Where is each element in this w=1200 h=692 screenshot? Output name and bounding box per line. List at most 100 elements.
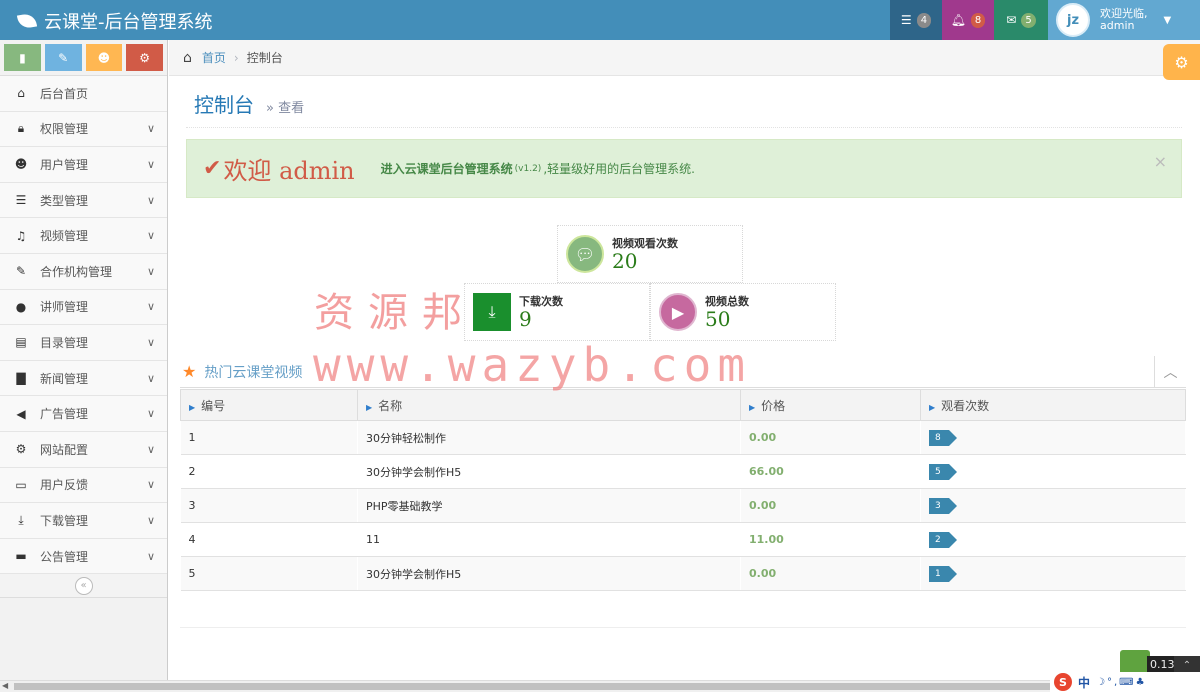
messages-button[interactable]: ✉ 5 — [994, 0, 1048, 40]
page-subtitle: » 查看 — [266, 101, 305, 116]
chevron-down-icon: ∨ — [146, 157, 155, 171]
alert-version: (v1.2) — [514, 163, 542, 174]
table-cell-id: 5 — [180, 556, 358, 591]
breadcrumb: ⌂ 首页 › 控制台 — [169, 40, 1200, 76]
table-cell-name: 30分钟学会制作H5 — [357, 454, 741, 489]
table-cell-id: 3 — [180, 488, 358, 523]
table-cell-price: 0.00 — [740, 420, 921, 455]
close-icon[interactable]: × — [1154, 152, 1167, 171]
sidebar-item[interactable]: ♫ 视频管理 ∨ — [0, 218, 167, 254]
sidebar-collapse: « — [0, 574, 167, 599]
app-title: 云课堂-后台管理系统 — [44, 12, 213, 33]
chevron-down-icon: ∨ — [146, 229, 155, 243]
user-menu[interactable]: jz 欢迎光临, admin ▼ — [1048, 0, 1200, 40]
sidebar-item[interactable]: ⤓ 下载管理 ∨ — [0, 503, 167, 539]
user-name: admin — [1100, 19, 1135, 32]
users-icon: ☻ — [14, 157, 28, 172]
caret-right-icon: ▶ — [749, 402, 756, 412]
sidebar-item[interactable]: ☰ 类型管理 ∨ — [0, 182, 167, 219]
table-cell-price: 0.00 — [740, 556, 921, 591]
column-header[interactable]: ▶ 编号 — [180, 389, 358, 421]
table-row[interactable]: 4 11 11.00 2 — [180, 522, 1186, 557]
alert-message-suffix: ,轻量级好用的后台管理系统. — [543, 162, 695, 176]
table-header-row: ▶ 编号 ▶ 名称 ▶ 价格 ▶ 观看次数 — [180, 389, 1186, 421]
table-body: 1 30分钟轻松制作 0.00 8 2 30分钟学会制作H5 66.00 5 3 PHP零基础教学… — [180, 420, 1186, 591]
sidebar-item[interactable]: 🔒︎ 权限管理 ∨ — [0, 111, 167, 148]
column-header[interactable]: ▶ 观看次数 — [920, 389, 1186, 421]
stat-value: 20 — [612, 248, 638, 273]
group-shortcut-button[interactable]: ☻ — [85, 44, 123, 71]
table-row[interactable]: 1 30分钟轻松制作 0.00 8 — [180, 420, 1186, 455]
cogs-shortcut-button[interactable]: ⚙ — [126, 44, 163, 71]
sidebar-item-label: 下载管理 — [40, 513, 89, 528]
page-header: 控制台 » 查看 — [186, 80, 1182, 128]
sidebar-item-label: 公告管理 — [40, 549, 89, 564]
double-angle-left-icon[interactable]: « — [74, 576, 93, 595]
sidebar-item[interactable]: ⚙ 网站配置 ∨ — [0, 431, 167, 468]
avatar: jz — [1056, 3, 1090, 37]
scrollbar-thumb[interactable] — [14, 683, 1054, 690]
comments-icon: 💬︎ — [566, 235, 604, 273]
chevron-up-icon[interactable]: ︿ — [1154, 356, 1186, 388]
ime-toolbar[interactable]: S 中 ☽°,⌨♣ — [1050, 672, 1200, 692]
alert-title: 欢迎 admin — [223, 157, 355, 185]
table-cell-name: PHP零基础教学 — [357, 488, 741, 523]
list-icon: ☰ — [15, 193, 27, 208]
sidebar-item[interactable]: ▬ 公告管理 ∨ — [0, 538, 167, 575]
sidebar-item[interactable]: ◀ 广告管理 ∨ — [0, 396, 167, 432]
music-icon: ♫ — [15, 228, 27, 243]
tasks-icon: ☰ — [900, 13, 912, 27]
sidebar-item[interactable]: ⌂ 后台首页 — [0, 76, 167, 112]
chevron-down-icon: ∨ — [146, 335, 155, 349]
table-row[interactable]: 3 PHP零基础教学 0.00 3 — [180, 488, 1186, 523]
edit-icon: ✎ — [15, 264, 27, 279]
sidebar: ▮ ✎ ☻ ⚙ ⌂ 后台首页 🔒︎ 权限管理 ∨ ☻ 用户管理 ∨ ☰ 类型管理 ∨ ♫ 视频管理 ∨ ✎ 合… — [0, 40, 168, 680]
ime-language[interactable]: 中 — [1078, 674, 1090, 691]
settings-button[interactable]: ⚙ — [1163, 44, 1200, 80]
sidebar-item[interactable]: ▤ 目录管理 ∨ — [0, 325, 167, 361]
sidebar-item-label: 合作机构管理 — [40, 264, 113, 279]
views-label: 3 — [929, 497, 957, 514]
sidebar-shortcuts: ▮ ✎ ☻ ⚙ — [0, 40, 167, 76]
ime-tools-icon[interactable]: ☽°,⌨♣ — [1096, 677, 1147, 688]
table-row[interactable]: 5 30分钟学会制作H5 0.00 1 — [180, 556, 1186, 591]
table-cell-price: 0.00 — [740, 488, 921, 523]
sidebar-item-label: 网站配置 — [40, 442, 89, 457]
chevron-down-icon: ∨ — [146, 549, 155, 563]
hot-videos-header: ★ 热门云课堂视频 ︿ — [180, 356, 1186, 388]
stat-videos: ▶ 视频总数 50 — [650, 283, 836, 341]
views-label: 5 — [929, 463, 957, 480]
sidebar-item-label: 新闻管理 — [40, 371, 89, 386]
sidebar-item[interactable]: ✎ 合作机构管理 ∨ — [0, 253, 167, 290]
column-header[interactable]: ▶ 名称 — [357, 389, 741, 421]
sidebar-item-label: 广告管理 — [40, 407, 89, 422]
user-info: 欢迎光临, admin — [1100, 8, 1148, 32]
sidebar-item[interactable]: ▭ 用户反馈 ∨ — [0, 467, 167, 504]
sidebar-item[interactable]: ☻ 用户管理 ∨ — [0, 147, 167, 183]
sidebar-item[interactable]: ● 讲师管理 ∨ — [0, 289, 167, 326]
credit-card-icon: ▬ — [15, 549, 27, 564]
chevron-down-icon: ∨ — [146, 300, 155, 314]
horizontal-scrollbar[interactable]: ◀ — [0, 680, 1200, 692]
table-cell-id: 1 — [180, 420, 358, 455]
tasks-button[interactable]: ☰ 4 — [890, 0, 942, 40]
breadcrumb-home-link[interactable]: 首页 — [202, 49, 226, 66]
signal-shortcut-button[interactable]: ▮ — [4, 44, 41, 71]
stat-label: 下载次数 — [519, 294, 563, 308]
video-camera-icon: ▶ — [659, 293, 697, 331]
pencil-shortcut-button[interactable]: ✎ — [44, 44, 82, 71]
chevron-down-icon: ∨ — [146, 442, 155, 456]
notifications-button[interactable]: 🔔︎ 8 — [942, 0, 994, 40]
bell-icon: 🔔︎ — [950, 13, 966, 27]
table-row[interactable]: 2 30分钟学会制作H5 66.00 5 — [180, 454, 1186, 489]
column-header[interactable]: ▶ 价格 — [740, 389, 921, 421]
sidebar-item[interactable]: ▇ 新闻管理 ∨ — [0, 360, 167, 397]
page-title: 控制台 — [194, 93, 254, 117]
scroll-left-arrow[interactable]: ◀ — [2, 681, 8, 690]
sidebar-item-label: 后台首页 — [40, 86, 89, 101]
gear-icon: ⚙ — [1174, 52, 1189, 72]
caret-down-icon: ▼ — [1163, 14, 1172, 26]
pencil-icon: ✎ — [58, 50, 69, 65]
list-alt-icon: ▤ — [15, 335, 27, 350]
brand[interactable]: 云课堂-后台管理系统 — [16, 8, 213, 34]
